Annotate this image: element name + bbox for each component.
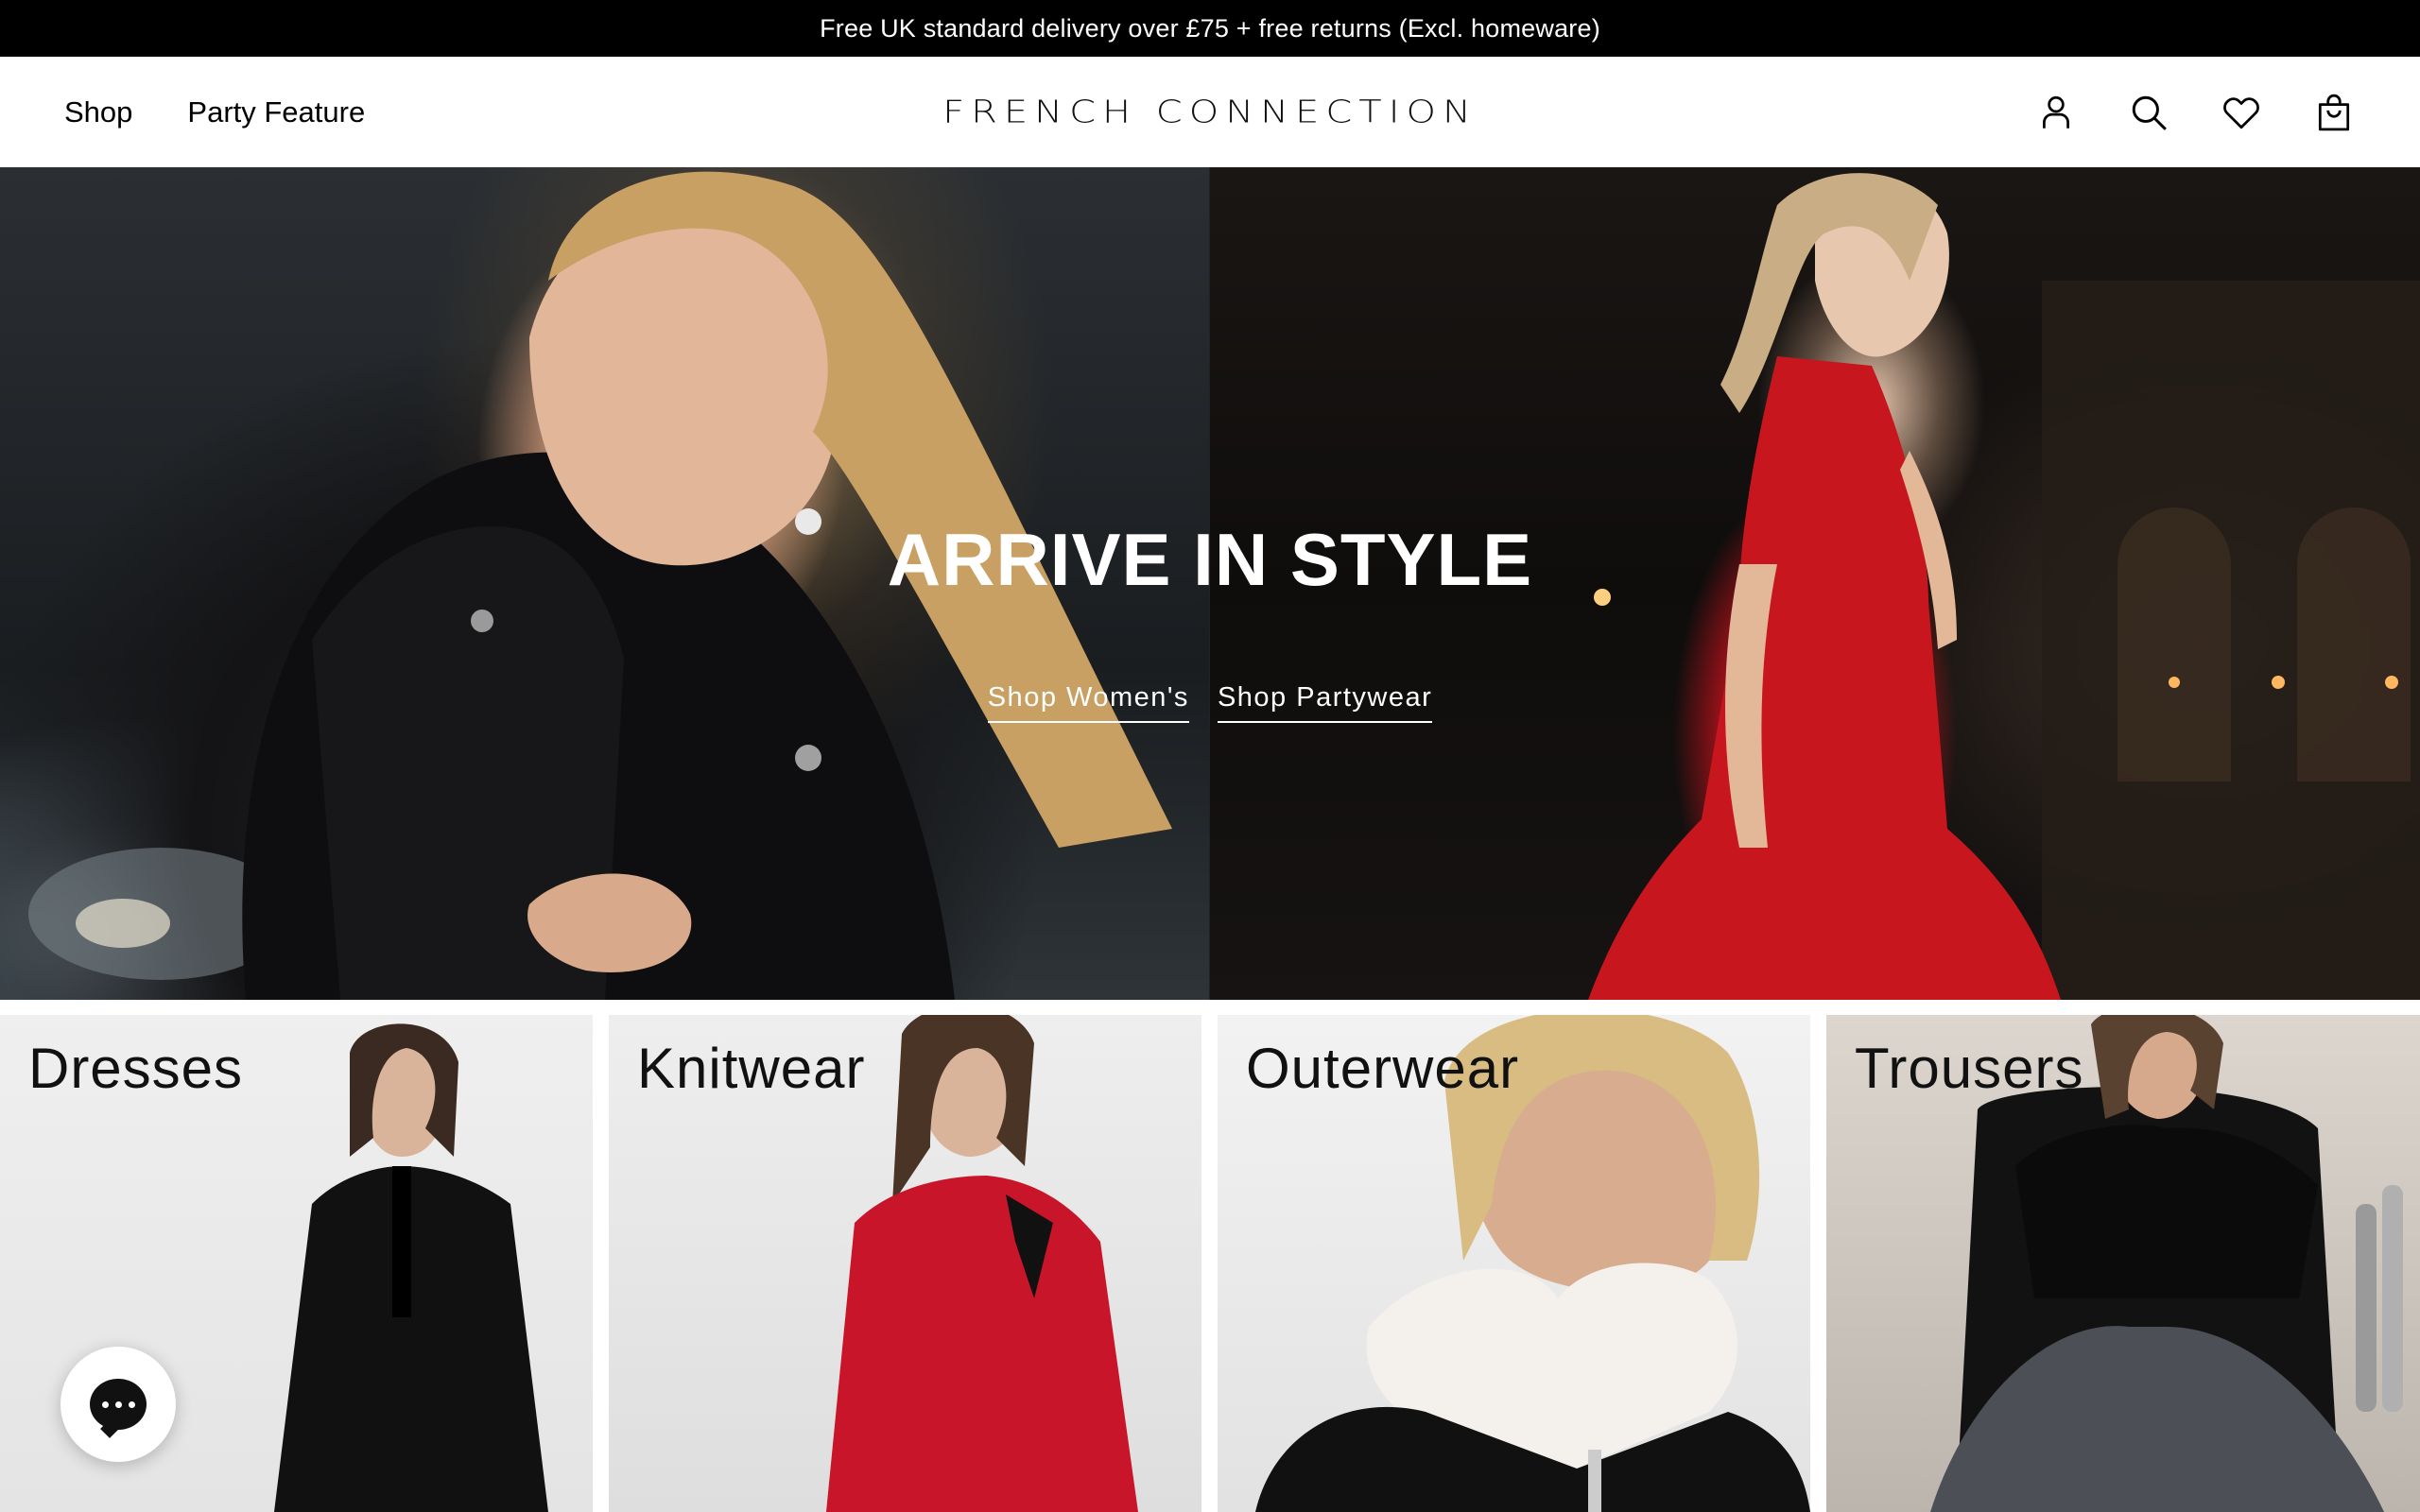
chat-dot [114, 1400, 122, 1408]
nav-shop[interactable]: Shop [64, 95, 132, 129]
announcement-bar: Free UK standard delivery over £75 + fre… [0, 0, 2420, 57]
chat-launcher-button[interactable] [60, 1347, 176, 1462]
chat-dot [128, 1400, 135, 1408]
category-tile-trousers[interactable]: Trousers [1826, 1015, 2420, 1512]
announcement-text: Free UK standard delivery over £75 + fre… [820, 13, 1600, 43]
category-tile-outerwear[interactable]: Outerwear [1218, 1015, 1810, 1512]
chat-dot [101, 1400, 109, 1408]
search-icon[interactable] [2129, 93, 2169, 132]
shop-womens-link[interactable]: Shop Women's [987, 682, 1189, 723]
primary-nav: Shop Party Feature [64, 57, 365, 167]
nav-party-feature[interactable]: Party Feature [187, 95, 365, 129]
hero-cta-links: Shop Women's Shop Partywear [0, 682, 2420, 723]
chat-bubble-icon [90, 1379, 147, 1430]
category-tiles: Dresses Knitwear Outerwear Trousers [0, 1015, 2420, 1512]
brand-logo[interactable]: FRENCH CONNECTION [942, 94, 1478, 130]
shopping-bag-icon[interactable] [2314, 93, 2354, 132]
account-icon[interactable] [2036, 93, 2076, 132]
hero-banner: ARRIVE IN STYLE Shop Women's Shop Partyw… [0, 167, 2420, 1000]
shop-partywear-link[interactable]: Shop Partywear [1217, 682, 1433, 723]
category-label-knitwear: Knitwear [637, 1037, 866, 1100]
site-header: Shop Party Feature FRENCH CONNECTION [0, 57, 2420, 167]
category-label-dresses: Dresses [28, 1037, 244, 1100]
category-label-trousers: Trousers [1855, 1037, 2084, 1100]
category-label-outerwear: Outerwear [1246, 1037, 1520, 1100]
wishlist-heart-icon[interactable] [2221, 93, 2261, 132]
hero-title: ARRIVE IN STYLE [887, 518, 1533, 601]
header-actions [2036, 57, 2354, 167]
category-tile-knitwear[interactable]: Knitwear [609, 1015, 1201, 1512]
